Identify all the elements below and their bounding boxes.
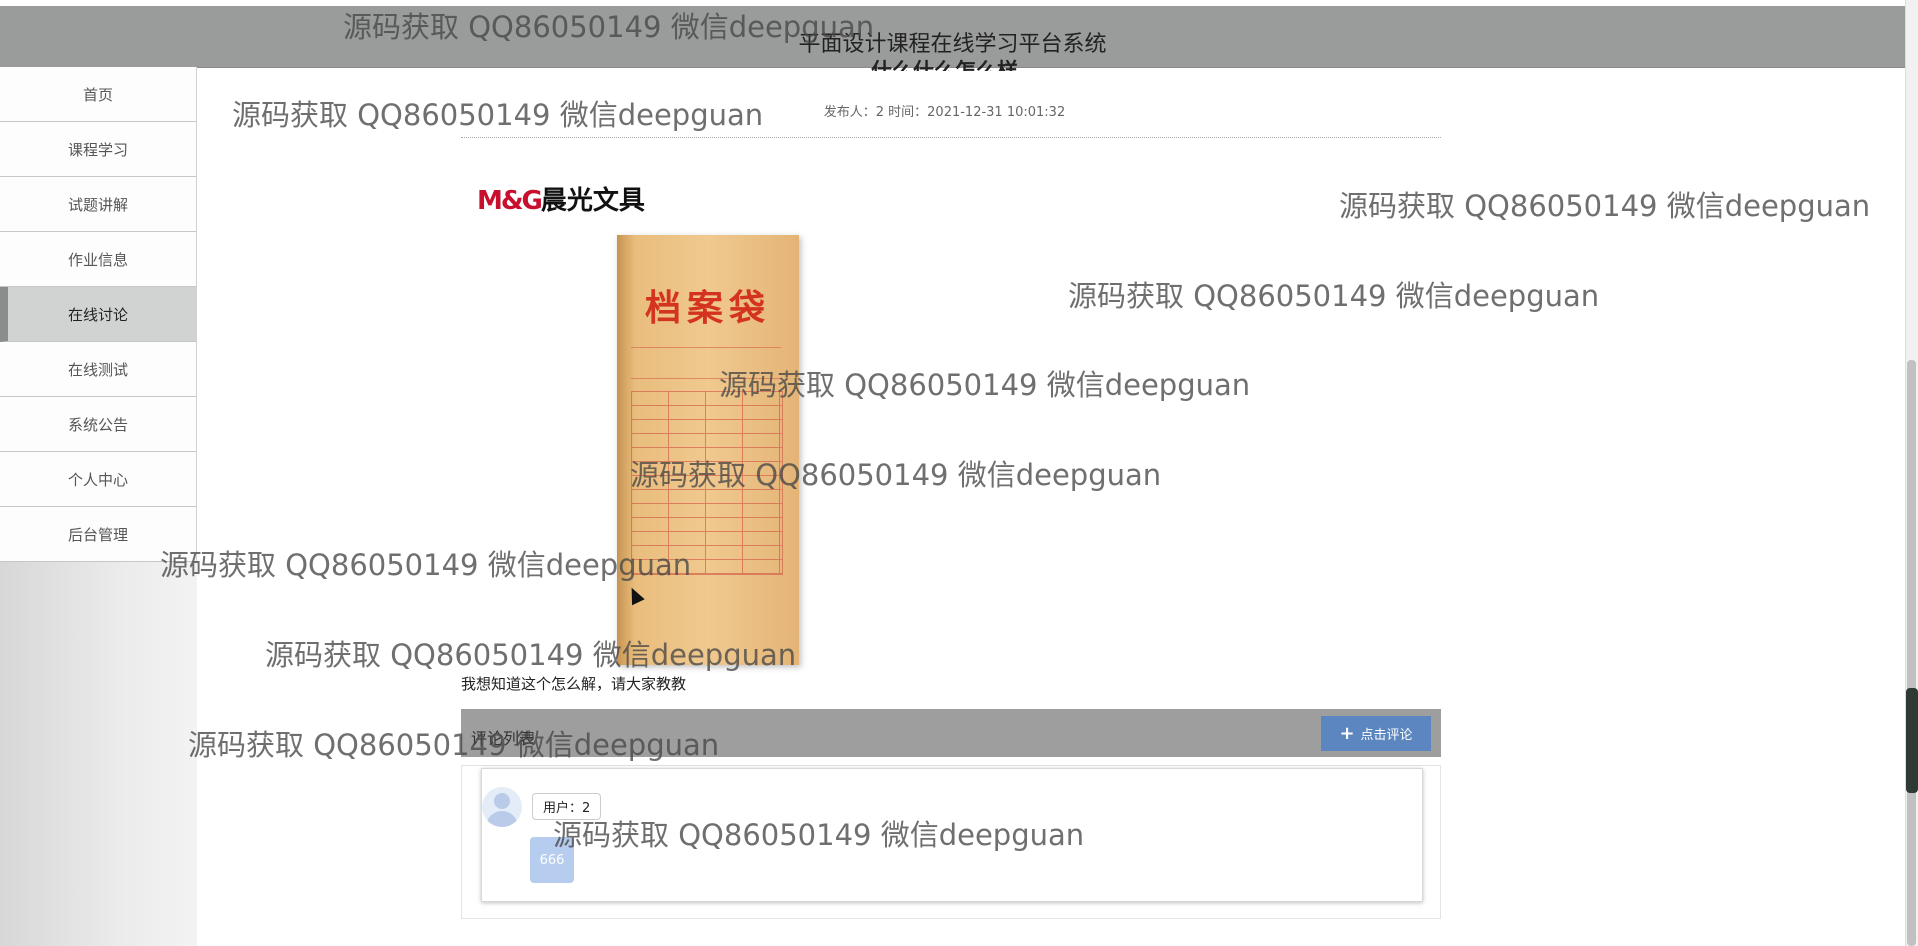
comment-list: 用户：2 666	[461, 765, 1441, 919]
brand-logo-text: 晨光文具	[540, 186, 645, 216]
sidebar-item-home[interactable]: 首页	[0, 67, 197, 122]
main-content: 什么什么怎么样 发布人：2 时间：2021-12-31 10:01:32 M&G…	[197, 59, 1905, 946]
brand-logo: M&G晨光文具	[477, 180, 645, 217]
page-scrollbar-thumb[interactable]	[1907, 360, 1916, 946]
sidebar-nav: 首页 课程学习 试题讲解 作业信息 在线讨论 在线测试 系统公告 个人中心 后台…	[0, 67, 197, 562]
site-title: 平面设计课程在线学习平台系统	[798, 32, 1107, 57]
article-body: 我想知道这个怎么解，请大家教教	[461, 675, 687, 693]
sidebar-item-online-test[interactable]: 在线测试	[0, 342, 197, 397]
sidebar-item-personal-center[interactable]: 个人中心	[0, 452, 197, 507]
sidebar-item-admin[interactable]: 后台管理	[0, 507, 197, 562]
product-image-grid	[631, 391, 783, 575]
sidebar-item-announcements[interactable]: 系统公告	[0, 397, 197, 452]
add-comment-button[interactable]: + 点击评论	[1321, 716, 1431, 751]
add-comment-button-label: 点击评论	[1360, 728, 1413, 743]
plus-icon: +	[1339, 723, 1355, 744]
comment-content: 666	[530, 837, 574, 883]
sidebar-item-exam-explanation[interactable]: 试题讲解	[0, 177, 197, 232]
brand-logo-mark: M&G	[477, 186, 543, 216]
sidebar-item-online-discussion[interactable]: 在线讨论	[0, 287, 197, 342]
product-image-text: 档案袋	[644, 287, 771, 329]
sidebar: 首页 课程学习 试题讲解 作业信息 在线讨论 在线测试 系统公告 个人中心 后台…	[0, 67, 197, 946]
comment-user: 用户：2	[532, 793, 602, 820]
article-meta: 发布人：2 时间：2021-12-31 10:01:32	[823, 105, 1066, 120]
scroll-widget-icon	[1906, 688, 1918, 793]
sidebar-item-course-study[interactable]: 课程学习	[0, 122, 197, 177]
article-title: 什么什么怎么样	[871, 59, 1018, 71]
product-image-lines	[631, 347, 781, 379]
product-image-archive-bag: 档案袋	[617, 235, 799, 665]
comment-list-label: 评论列表	[471, 729, 536, 748]
comment-list-header: 评论列表 + 点击评论	[461, 709, 1441, 757]
avatar-icon	[482, 787, 522, 827]
article-divider	[461, 137, 1441, 138]
sidebar-item-homework[interactable]: 作业信息	[0, 232, 197, 287]
comment-item: 用户：2 666	[481, 768, 1423, 902]
